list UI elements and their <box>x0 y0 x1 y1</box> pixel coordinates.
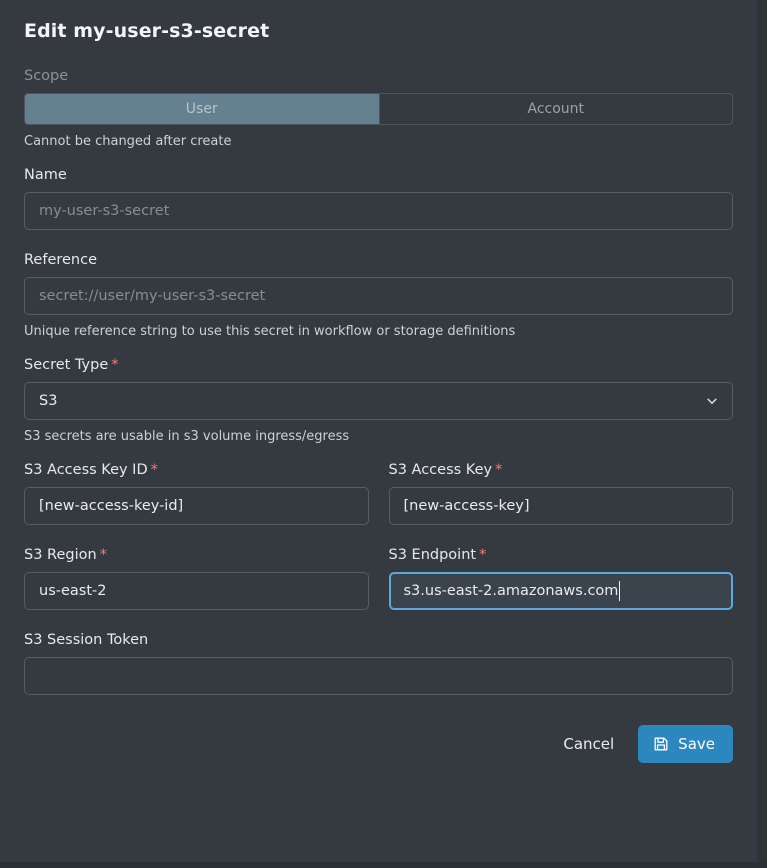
required-asterisk: * <box>111 357 119 373</box>
s3-access-key-id-label: S3 Access Key ID * <box>24 462 369 478</box>
scope-option-account[interactable]: Account <box>378 94 733 124</box>
name-label: Name <box>24 167 67 183</box>
scope-help-text: Cannot be changed after create <box>24 134 232 149</box>
reference-help-text: Unique reference string to use this secr… <box>24 324 516 339</box>
dialog-content: Edit my-user-s3-secret Scope User Accoun… <box>0 0 757 783</box>
s3-region-label: S3 Region * <box>24 547 369 563</box>
save-button[interactable]: Save <box>638 725 733 763</box>
row-access-keys: S3 Access Key ID* S3 Access Key* <box>24 462 733 525</box>
s3-endpoint-input-wrap <box>388 572 733 610</box>
scrollbar[interactable] <box>757 0 767 868</box>
field-group-scope: Scope User Account Cannot be changed aft… <box>24 68 733 149</box>
dialog-footer: Cancel Save <box>24 725 733 783</box>
required-asterisk: * <box>495 462 503 478</box>
row-region-endpoint: S3 Region* S3 Endpoint* <box>24 547 733 610</box>
s3-session-token-label: S3 Session Token <box>24 632 149 648</box>
scope-label: Scope <box>24 68 69 84</box>
secret-type-select[interactable] <box>24 382 733 420</box>
field-group-s3-region: S3 Region * <box>24 547 369 610</box>
secret-type-label: Secret Type * <box>24 357 733 373</box>
secret-type-label-text: Secret Type <box>24 357 109 373</box>
window-bottom-edge <box>0 862 767 868</box>
s3-access-key-label: S3 Access Key * <box>389 462 734 478</box>
s3-endpoint-input[interactable] <box>388 572 733 610</box>
name-input[interactable] <box>24 192 733 230</box>
s3-endpoint-label-text: S3 Endpoint <box>388 547 477 563</box>
save-floppy-icon <box>653 736 669 752</box>
reference-label: Reference <box>24 252 98 268</box>
secret-type-help-text: S3 secrets are usable in s3 volume ingre… <box>24 429 350 444</box>
field-group-secret-type: Secret Type* S3 secrets are usable in s3… <box>24 357 733 444</box>
s3-endpoint-label: S3 Endpoint * <box>389 547 734 563</box>
s3-access-key-id-input[interactable] <box>24 487 369 525</box>
save-button-label: Save <box>678 735 715 753</box>
cancel-button[interactable]: Cancel <box>557 727 620 761</box>
field-group-s3-endpoint: S3 Endpoint * <box>388 547 734 610</box>
s3-access-key-id-label-text: S3 Access Key ID <box>24 462 148 478</box>
field-group-name: Name <box>24 167 733 230</box>
text-cursor <box>619 581 621 601</box>
s3-region-input[interactable] <box>24 572 369 610</box>
reference-input[interactable] <box>24 277 733 315</box>
s3-region-label-text: S3 Region <box>24 547 97 563</box>
s3-access-key-label-text: S3 Access Key <box>388 462 493 478</box>
field-group-s3-session-token: S3 Session Token <box>24 632 733 695</box>
field-group-s3-access-key: S3 Access Key * <box>388 462 734 525</box>
scope-option-user[interactable]: User <box>25 94 379 124</box>
field-group-reference: Reference Unique reference string to use… <box>24 252 733 339</box>
page-title: Edit my-user-s3-secret <box>24 20 270 42</box>
scope-segmented-control[interactable]: User Account <box>24 93 733 125</box>
required-asterisk: * <box>479 547 487 563</box>
edit-secret-dialog: Edit my-user-s3-secret Scope User Accoun… <box>0 0 767 868</box>
required-asterisk: * <box>99 547 107 563</box>
secret-type-select-wrap[interactable] <box>24 382 733 420</box>
s3-access-key-input[interactable] <box>388 487 733 525</box>
required-asterisk: * <box>150 462 158 478</box>
s3-session-token-input[interactable] <box>24 657 733 695</box>
field-group-s3-access-key-id: S3 Access Key ID * <box>24 462 369 525</box>
